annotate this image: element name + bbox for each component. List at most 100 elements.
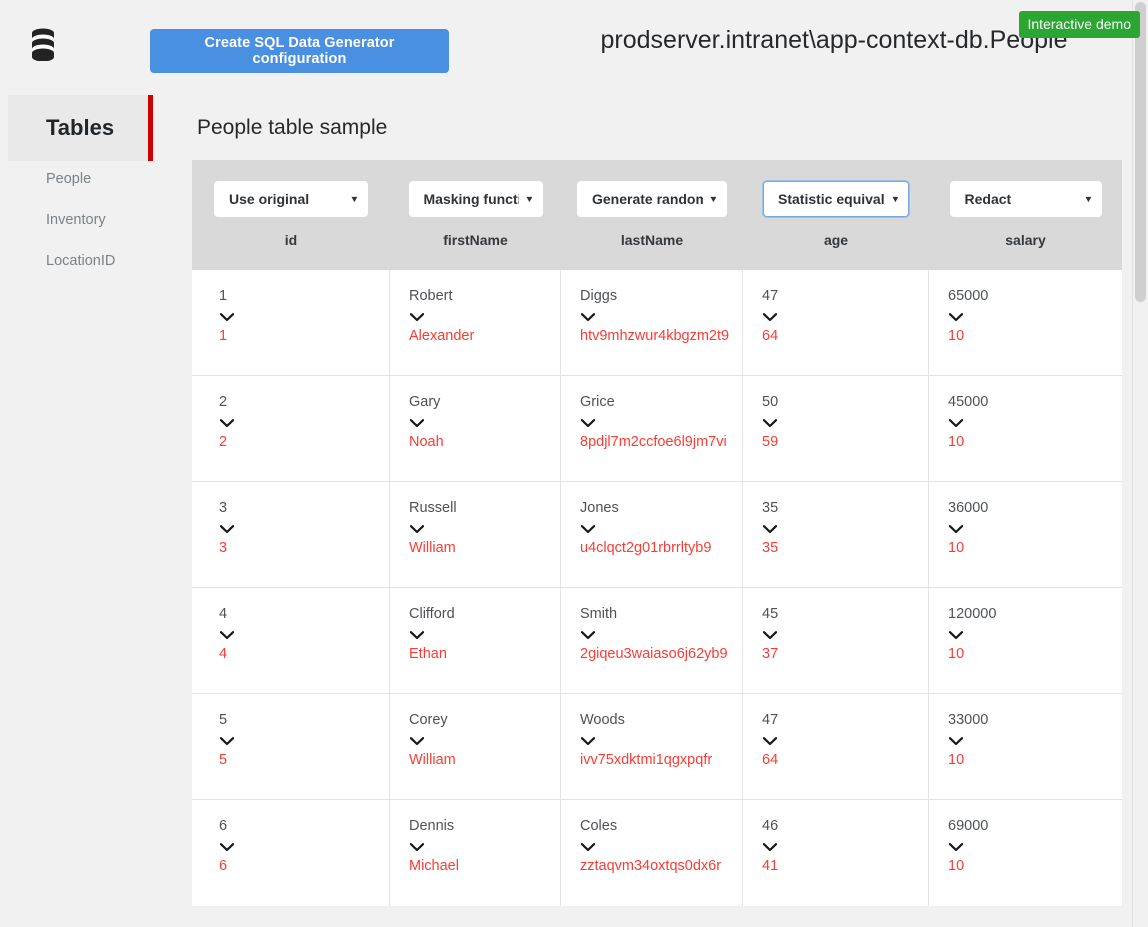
masked-value: 59 xyxy=(762,435,928,451)
sidebar-item-locationid[interactable]: LocationID xyxy=(46,253,115,269)
original-value: 1 xyxy=(219,289,389,305)
masked-value: 37 xyxy=(762,647,928,663)
table-cell-id: 11 xyxy=(192,270,390,375)
table-cell-id: 44 xyxy=(192,588,390,693)
table-cell-firstname: GaryNoah xyxy=(390,376,561,481)
table-cell-id: 66 xyxy=(192,800,390,906)
masking-rule-value: Statistic equivale xyxy=(778,191,885,207)
masking-rule-select-id[interactable]: Use original ▼ xyxy=(214,181,368,217)
masked-value: 5 xyxy=(219,753,389,769)
table-row: 55CoreyWilliamWoodsivv75xdktmi1qgxpqfr47… xyxy=(192,694,1122,800)
sidebar-item-people[interactable]: People xyxy=(46,171,91,187)
column-group-age: Statistic equivale ▼ age xyxy=(743,160,929,270)
table-row: 22GaryNoahGrice8pdjl7m2ccfoe6l9jm7vi 50 59… xyxy=(192,376,1122,482)
masked-value: William xyxy=(409,541,560,557)
interactive-demo-badge: Interactive demo xyxy=(1019,11,1141,38)
table-cell-age: 50 59 xyxy=(743,376,929,481)
masked-value: Ethan xyxy=(409,647,560,663)
masking-rule-value: Redact xyxy=(965,191,1078,207)
masked-value: u4clqct2g01rbrrltyb9 xyxy=(580,541,742,557)
chevron-down-icon xyxy=(581,843,595,852)
table-cell-age: 47 64 xyxy=(743,270,929,375)
column-header-id: id xyxy=(285,232,297,248)
table-cell-id: 33 xyxy=(192,482,390,587)
original-value: 65000 xyxy=(948,289,1122,305)
masked-value: htv9mhzwur4kbgzm2t9 xyxy=(580,329,742,345)
masking-rule-select-salary[interactable]: Redact ▼ xyxy=(950,181,1102,217)
chevron-down-icon xyxy=(581,737,595,746)
sidebar-item-inventory[interactable]: Inventory xyxy=(46,212,106,228)
masked-value: 41 xyxy=(762,859,928,875)
masked-value: 4 xyxy=(219,647,389,663)
column-header-lastname: lastName xyxy=(621,232,683,248)
chevron-down-icon xyxy=(949,737,963,746)
chevron-down-icon xyxy=(220,737,234,746)
table-row: 66DennisMichaelColeszztaqvm34oxtqs0dx6r4… xyxy=(192,800,1122,906)
scrollbar-thumb[interactable] xyxy=(1135,2,1146,302)
table-cell-lastname: Smith2giqeu3waiaso6j62yb9 xyxy=(561,588,743,693)
chevron-down-icon xyxy=(763,843,777,852)
original-value: 33000 xyxy=(948,713,1122,729)
original-value: Diggs xyxy=(580,289,742,305)
original-value: Woods xyxy=(580,713,742,729)
masked-value: Noah xyxy=(409,435,560,451)
masking-rule-select-lastname[interactable]: Generate random ▼ xyxy=(577,181,727,217)
column-header-firstname: firstName xyxy=(443,232,508,248)
table-cell-salary: 3600010 xyxy=(929,482,1122,587)
original-value: 47 xyxy=(762,289,928,305)
original-value: 47 xyxy=(762,713,928,729)
original-value: Coles xyxy=(580,819,742,835)
top-bar: Create SQL Data Generator configuration … xyxy=(0,0,1140,90)
chevron-down-icon xyxy=(220,313,234,322)
chevron-down-icon xyxy=(410,419,424,428)
chevron-down-icon xyxy=(410,631,424,640)
sidebar-item-label: People xyxy=(46,171,91,187)
chevron-down-icon xyxy=(763,737,777,746)
masked-value: Alexander xyxy=(409,329,560,345)
masked-value: 2giqeu3waiaso6j62yb9 xyxy=(580,647,742,663)
masked-value: 64 xyxy=(762,753,928,769)
original-value: Russell xyxy=(409,501,560,517)
chevron-down-icon xyxy=(949,525,963,534)
masked-value: 10 xyxy=(948,329,1122,345)
masked-value: William xyxy=(409,753,560,769)
table-cell-firstname: CliffordEthan xyxy=(390,588,561,693)
page-title: People table sample xyxy=(197,116,387,140)
original-value: Robert xyxy=(409,289,560,305)
column-header-age: age xyxy=(824,232,848,248)
table-cell-salary: 6900010 xyxy=(929,800,1122,906)
masking-rule-select-firstname[interactable]: Masking functi ▼ xyxy=(409,181,543,217)
chevron-down-icon xyxy=(220,419,234,428)
table-cell-age: 3535 xyxy=(743,482,929,587)
table-cell-id: 55 xyxy=(192,694,390,799)
masked-value: 35 xyxy=(762,541,928,557)
vertical-scrollbar[interactable] xyxy=(1132,0,1148,927)
chevron-down-icon xyxy=(410,737,424,746)
original-value: Corey xyxy=(409,713,560,729)
table-cell-lastname: Grice8pdjl7m2ccfoe6l9jm7vi xyxy=(561,376,743,481)
chevron-down-icon xyxy=(949,419,963,428)
chevron-down-icon xyxy=(581,525,595,534)
chevron-down-icon xyxy=(220,631,234,640)
chevron-down-icon xyxy=(410,525,424,534)
original-value: 50 xyxy=(762,395,928,411)
masked-value: Michael xyxy=(409,859,560,875)
masking-rule-value: Masking functi xyxy=(424,191,519,207)
masked-value: zztaqvm34oxtqs0dx6r xyxy=(580,859,742,875)
table-cell-lastname: Woodsivv75xdktmi1qgxpqfr xyxy=(561,694,743,799)
table-cell-firstname: Russell William xyxy=(390,482,561,587)
table-cell-id: 22 xyxy=(192,376,390,481)
table-cell-age: 47 64 xyxy=(743,694,929,799)
table-row: 11 Robert Alexander Diggs htv9mhzwur4kbgzm2t… xyxy=(192,270,1122,376)
chevron-down-icon xyxy=(410,313,424,322)
masking-rule-value: Generate random xyxy=(592,191,703,207)
create-sql-data-generator-configuration-button[interactable]: Create SQL Data Generator configuration xyxy=(150,29,449,73)
app-root: Create SQL Data Generator configuration … xyxy=(0,0,1148,927)
original-value: 120000 xyxy=(948,607,1122,623)
chevron-down-icon xyxy=(220,525,234,534)
masking-rule-select-age[interactable]: Statistic equivale ▼ xyxy=(763,181,909,217)
masked-value: 64 xyxy=(762,329,928,345)
chevron-down-icon: ▼ xyxy=(891,194,901,204)
chevron-down-icon xyxy=(763,631,777,640)
masked-value: 10 xyxy=(948,753,1122,769)
